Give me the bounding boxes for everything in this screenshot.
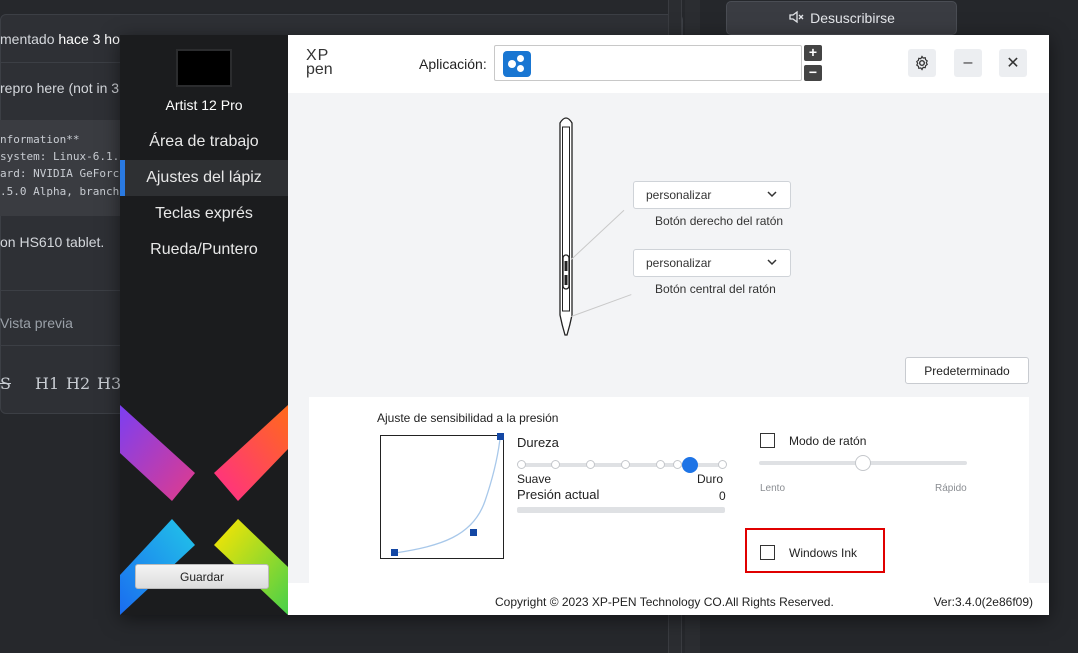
xppen-window: Artist 12 Pro Área de trabajo Ajustes de… <box>120 35 1049 615</box>
slider-tick <box>656 460 665 469</box>
current-pressure-label: Presión actual <box>517 487 600 502</box>
preview-tab[interactable]: Vista previa <box>0 315 73 331</box>
code-line: ard: NVIDIA GeForce <box>0 167 126 180</box>
logo-text-bottom: pen <box>306 61 333 78</box>
footer: Copyright © 2023 XP-PEN Technology CO.Al… <box>288 583 1049 615</box>
chevron-down-icon <box>766 188 778 203</box>
heading2-button[interactable]: H2 <box>66 374 90 393</box>
close-button[interactable]: ✕ <box>999 49 1027 77</box>
upper-button-dropdown[interactable]: personalizar <box>633 181 791 209</box>
curve-handle-mid[interactable] <box>470 529 477 536</box>
application-label: Aplicación: <box>419 56 487 72</box>
current-pressure-bar <box>517 507 725 513</box>
pressure-curve <box>394 438 501 554</box>
sidebar-item-workspace[interactable]: Área de trabajo <box>120 124 288 160</box>
version-text: Ver:3.4.0(2e86f09) <box>933 595 1033 609</box>
gear-icon <box>916 55 928 71</box>
sidebar-item-label: Rueda/Puntero <box>150 241 258 258</box>
mute-icon <box>788 10 804 27</box>
hardness-slider[interactable] <box>517 457 727 473</box>
code-line: system: Linux-6.1.6 <box>0 150 126 163</box>
remove-application-button[interactable]: − <box>804 65 822 81</box>
mouse-speed-slider[interactable] <box>759 455 967 471</box>
mouse-mode-label: Modo de ratón <box>789 434 867 448</box>
slider-tick <box>551 460 560 469</box>
pressure-panel: Ajuste de sensibilidad a la presión Dure… <box>309 397 1029 583</box>
windows-ink-label: Windows Ink <box>789 546 858 560</box>
slider-tick <box>718 460 727 469</box>
comment-text: repro here (not in 3 <box>0 80 120 96</box>
hardness-label: Dureza <box>517 435 559 450</box>
curve-handle-start[interactable] <box>391 549 398 556</box>
sidebar-item-label: Teclas exprés <box>155 205 253 222</box>
comment-text: on HS610 tablet. <box>0 234 105 250</box>
unsubscribe-label: Desuscribirse <box>810 10 895 26</box>
sidebar-item-label: Ajustes del lápiz <box>146 169 262 186</box>
unsubscribe-button[interactable]: Desuscribirse <box>726 1 957 35</box>
code-line: .5.0 Alpha, branch: <box>0 185 126 198</box>
pressure-title: Ajuste de sensibilidad a la presión <box>377 411 559 425</box>
sidebar-item-pen-settings[interactable]: Ajustes del lápiz <box>120 160 288 196</box>
fast-label: Rápido <box>935 483 967 494</box>
mouse-mode-checkbox[interactable] <box>760 433 775 448</box>
lower-button-dropdown[interactable]: personalizar <box>633 249 791 277</box>
mouse-speed-slider-thumb[interactable] <box>855 455 871 471</box>
add-application-button[interactable]: + <box>804 45 822 61</box>
chevron-down-icon <box>766 256 778 271</box>
hardness-slider-thumb[interactable] <box>681 457 698 473</box>
sidebar-item-express-keys[interactable]: Teclas exprés <box>120 196 288 232</box>
settings-button[interactable] <box>908 49 936 77</box>
slider-tick <box>621 460 630 469</box>
slider-tick <box>517 460 526 469</box>
slow-label: Lento <box>760 483 786 494</box>
topbar: XP pen Aplicación: + − – ✕ <box>288 35 1049 93</box>
minimize-button[interactable]: – <box>954 49 982 77</box>
sidebar: Artist 12 Pro Área de trabajo Ajustes de… <box>120 35 288 615</box>
upper-button-caption: Botón derecho del ratón <box>655 214 784 228</box>
leader-line <box>571 209 625 260</box>
slider-tick <box>673 460 682 469</box>
copyright-text: Copyright © 2023 XP-PEN Technology CO.Al… <box>495 595 834 609</box>
current-pressure-value: 0 <box>719 489 726 503</box>
restore-default-button[interactable]: Predeterminado <box>905 357 1029 384</box>
dropdown-value: personalizar <box>646 188 712 202</box>
pen-settings-panel: personalizar Botón derecho del ratón per… <box>288 93 1049 583</box>
lower-button-caption: Botón central del ratón <box>655 282 776 296</box>
windows-ink-checkbox[interactable] <box>760 545 775 560</box>
heading3-button[interactable]: H3 <box>97 374 121 393</box>
soft-label: Suave <box>517 472 552 486</box>
sidebar-item-label: Área de trabajo <box>149 133 259 150</box>
code-line: nformation** <box>0 133 80 146</box>
strikethrough-button[interactable]: S <box>0 374 11 393</box>
application-selector[interactable] <box>494 45 802 81</box>
slider-tick <box>586 460 595 469</box>
leader-line <box>571 294 632 317</box>
heading1-button[interactable]: H1 <box>35 374 59 393</box>
pressure-curve-editor[interactable] <box>380 433 504 559</box>
pen-illustration-icon <box>559 117 573 336</box>
device-name: Artist 12 Pro <box>165 97 243 113</box>
curve-handle-end[interactable] <box>497 433 504 440</box>
comment-header: mentado hace 3 hor <box>0 31 125 47</box>
sidebar-item-dial-pointer[interactable]: Rueda/Puntero <box>120 232 288 268</box>
save-button[interactable]: Guardar <box>135 564 269 589</box>
device-thumbnail <box>176 49 232 87</box>
hard-label: Duro <box>697 472 724 486</box>
all-apps-icon[interactable] <box>503 51 531 77</box>
dropdown-value: personalizar <box>646 256 712 270</box>
xppen-logo: XP pen <box>306 47 346 81</box>
